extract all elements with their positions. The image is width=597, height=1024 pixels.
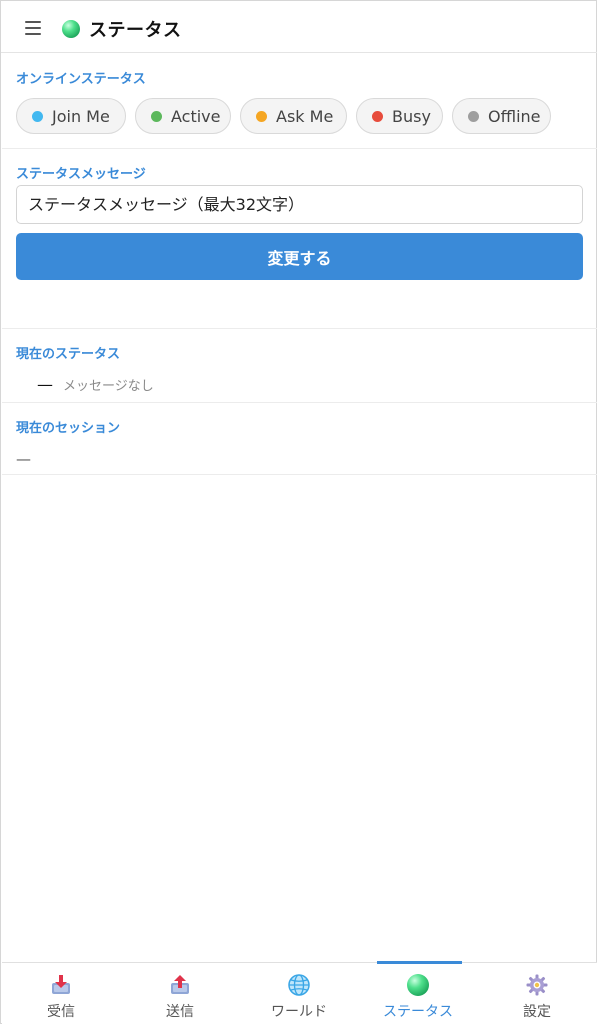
nav-label: 受信: [47, 1004, 75, 1020]
status-orb-icon: [62, 20, 80, 38]
status-option-ask-me[interactable]: Ask Me: [240, 98, 347, 134]
nav-item-settings[interactable]: 設定: [478, 963, 596, 1024]
status-message-label: ステータスメッセージ: [16, 167, 146, 182]
globe-icon: [288, 974, 310, 996]
nav-item-inbox[interactable]: 受信: [2, 963, 120, 1024]
active-dot-icon: [151, 110, 162, 122]
join-me-dot-icon: [32, 110, 43, 122]
app-frame: ステータス オンラインステータス Join Me Active Ask Me B…: [0, 0, 597, 1024]
page-title: ステータス: [89, 20, 182, 41]
status-dash: —: [37, 374, 53, 394]
busy-dot-icon: [372, 110, 383, 122]
current-status-row: — メッセージなし: [37, 374, 154, 394]
nav-label: ステータス: [383, 1004, 453, 1020]
divider: [2, 474, 597, 475]
status-option-label: Busy: [392, 106, 431, 126]
gear-icon: [526, 974, 548, 996]
status-option-offline[interactable]: Offline: [452, 98, 551, 134]
nav-item-status[interactable]: ステータス: [359, 963, 477, 1024]
status-option-join-me[interactable]: Join Me: [16, 98, 126, 134]
status-option-label: Active: [171, 106, 221, 126]
divider: [2, 328, 597, 329]
status-option-label: Offline: [488, 106, 541, 126]
hamburger-menu-icon[interactable]: [23, 18, 43, 38]
divider: [2, 402, 597, 403]
status-message-input[interactable]: [16, 185, 583, 224]
bottom-navigation: 受信 送信 ワールド ステータス 設定: [2, 961, 597, 1024]
divider: [2, 148, 597, 149]
nav-label: 送信: [166, 1004, 194, 1020]
offline-dot-icon: [468, 110, 479, 122]
status-option-busy[interactable]: Busy: [356, 98, 443, 134]
current-status-label: 現在のステータス: [16, 347, 121, 362]
current-session-value: —: [16, 450, 31, 468]
online-status-label: オンラインステータス: [16, 72, 146, 87]
change-status-button[interactable]: 変更する: [16, 233, 583, 280]
inbox-download-icon: [50, 974, 72, 996]
status-orb-icon: [407, 974, 429, 996]
current-session-label: 現在のセッション: [16, 421, 121, 436]
nav-label: 設定: [523, 1004, 551, 1020]
current-status-message: メッセージなし: [63, 378, 154, 394]
nav-label: ワールド: [271, 1004, 327, 1020]
status-option-active[interactable]: Active: [135, 98, 231, 134]
ask-me-dot-icon: [256, 110, 267, 122]
app-header: ステータス: [1, 1, 597, 53]
status-option-label: Join Me: [52, 106, 110, 126]
outbox-upload-icon: [169, 974, 191, 996]
nav-item-outbox[interactable]: 送信: [121, 963, 239, 1024]
nav-item-world[interactable]: ワールド: [240, 963, 358, 1024]
status-option-label: Ask Me: [276, 106, 334, 126]
